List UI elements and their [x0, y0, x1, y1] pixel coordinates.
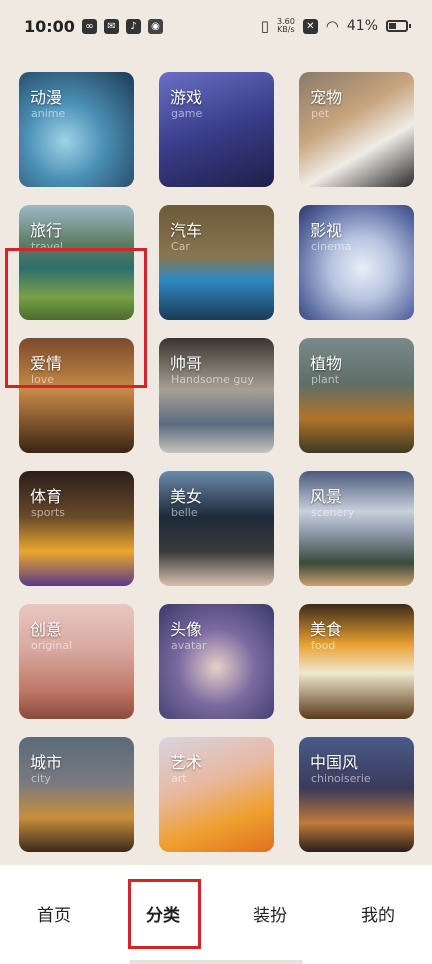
status-right: ▯ 3.60 KB/s ✕ ◠ 41% [260, 17, 411, 35]
category-title: 艺术 [170, 753, 203, 772]
category-title: 爱情 [30, 354, 63, 373]
category-grid: 动漫 anime 游戏 game 宠物 pet 旅行 travel 汽车 Car… [0, 55, 432, 865]
wifi-icon: ◠ [325, 17, 339, 35]
category-subtitle: food [311, 639, 336, 652]
category-title: 宠物 [310, 88, 343, 107]
category-tile-food[interactable]: 美食 food [299, 604, 414, 719]
category-title: 风景 [310, 487, 343, 506]
battery-percent: 41% [346, 18, 378, 34]
sim-icon: ✕ [302, 18, 318, 34]
tiktok-notification-icon: ♪ [125, 18, 141, 34]
category-tile-art[interactable]: 艺术 art [159, 737, 274, 852]
category-title: 旅行 [30, 221, 63, 240]
category-title: 创意 [30, 620, 63, 639]
category-tile-game[interactable]: 游戏 game [159, 72, 274, 187]
category-subtitle: plant [311, 373, 340, 386]
category-title: 游戏 [170, 88, 203, 107]
category-subtitle: cinema [311, 240, 352, 253]
category-tile-plant[interactable]: 植物 plant [299, 338, 414, 453]
vibrate-icon: ▯ [260, 17, 269, 35]
network-speed: 3.60 KB/s [277, 18, 295, 34]
category-tile-sports[interactable]: 体育 sports [19, 471, 134, 586]
category-subtitle: original [31, 639, 73, 652]
category-tile-handsome-guy[interactable]: 帅哥 Handsome guy [159, 338, 274, 453]
category-subtitle: love [31, 373, 55, 386]
network-speed-unit: KB/s [277, 25, 295, 34]
nav-mine[interactable]: 我的 [343, 901, 413, 926]
status-bar: 10:00 ∞ ✉ ♪ ◉ ▯ 3.60 KB/s ✕ ◠ 41% [0, 0, 432, 52]
category-subtitle: sports [31, 506, 66, 519]
message-notification-icon: ✉ [103, 18, 119, 34]
category-subtitle: game [171, 107, 203, 120]
category-subtitle: avatar [171, 639, 207, 652]
category-subtitle: pet [311, 107, 330, 120]
category-tile-anime[interactable]: 动漫 anime [19, 72, 134, 187]
category-tile-city[interactable]: 城市 city [19, 737, 134, 852]
category-title: 植物 [310, 354, 343, 373]
nav-home[interactable]: 首页 [19, 901, 89, 926]
category-subtitle: chinoiserie [311, 772, 371, 785]
category-tile-car[interactable]: 汽车 Car [159, 205, 274, 320]
category-tile-travel[interactable]: 旅行 travel [19, 205, 134, 320]
category-tile-belle[interactable]: 美女 belle [159, 471, 274, 586]
category-tile-pet[interactable]: 宠物 pet [299, 72, 414, 187]
category-title: 汽车 [170, 221, 203, 240]
category-title: 帅哥 [170, 354, 203, 373]
category-tile-original[interactable]: 创意 original [19, 604, 134, 719]
category-subtitle: Handsome guy [171, 373, 254, 386]
status-left: 10:00 ∞ ✉ ♪ ◉ [24, 17, 163, 36]
category-title: 城市 [30, 753, 63, 772]
category-title: 美女 [170, 487, 203, 506]
category-highlight-box [128, 879, 201, 949]
category-title: 美食 [310, 620, 343, 639]
wechat-notification-icon: ◉ [147, 18, 163, 34]
app-notification-icon: ∞ [81, 18, 97, 34]
category-subtitle: anime [31, 107, 66, 120]
category-tile-cinema[interactable]: 影视 cinema [299, 205, 414, 320]
category-title: 中国风 [310, 753, 359, 772]
category-subtitle: city [31, 772, 51, 785]
category-title: 头像 [170, 620, 203, 639]
category-title: 体育 [30, 487, 63, 506]
category-tile-avatar[interactable]: 头像 avatar [159, 604, 274, 719]
battery-icon [386, 20, 411, 32]
nav-dressup[interactable]: 装扮 [235, 901, 305, 926]
category-title: 动漫 [30, 88, 63, 107]
home-indicator[interactable] [129, 960, 303, 964]
bottom-nav: 首页 分类 装扮 我的 [0, 865, 432, 964]
category-tile-scenery[interactable]: 风景 scenery [299, 471, 414, 586]
category-title: 影视 [310, 221, 343, 240]
category-subtitle: scenery [311, 506, 355, 519]
category-tile-love[interactable]: 爱情 love [19, 338, 134, 453]
category-subtitle: Car [171, 240, 190, 253]
category-tile-chinoiserie[interactable]: 中国风 chinoiserie [299, 737, 414, 852]
category-subtitle: art [171, 772, 187, 785]
status-time: 10:00 [24, 16, 75, 36]
category-subtitle: belle [171, 506, 198, 519]
category-subtitle: travel [31, 240, 63, 253]
